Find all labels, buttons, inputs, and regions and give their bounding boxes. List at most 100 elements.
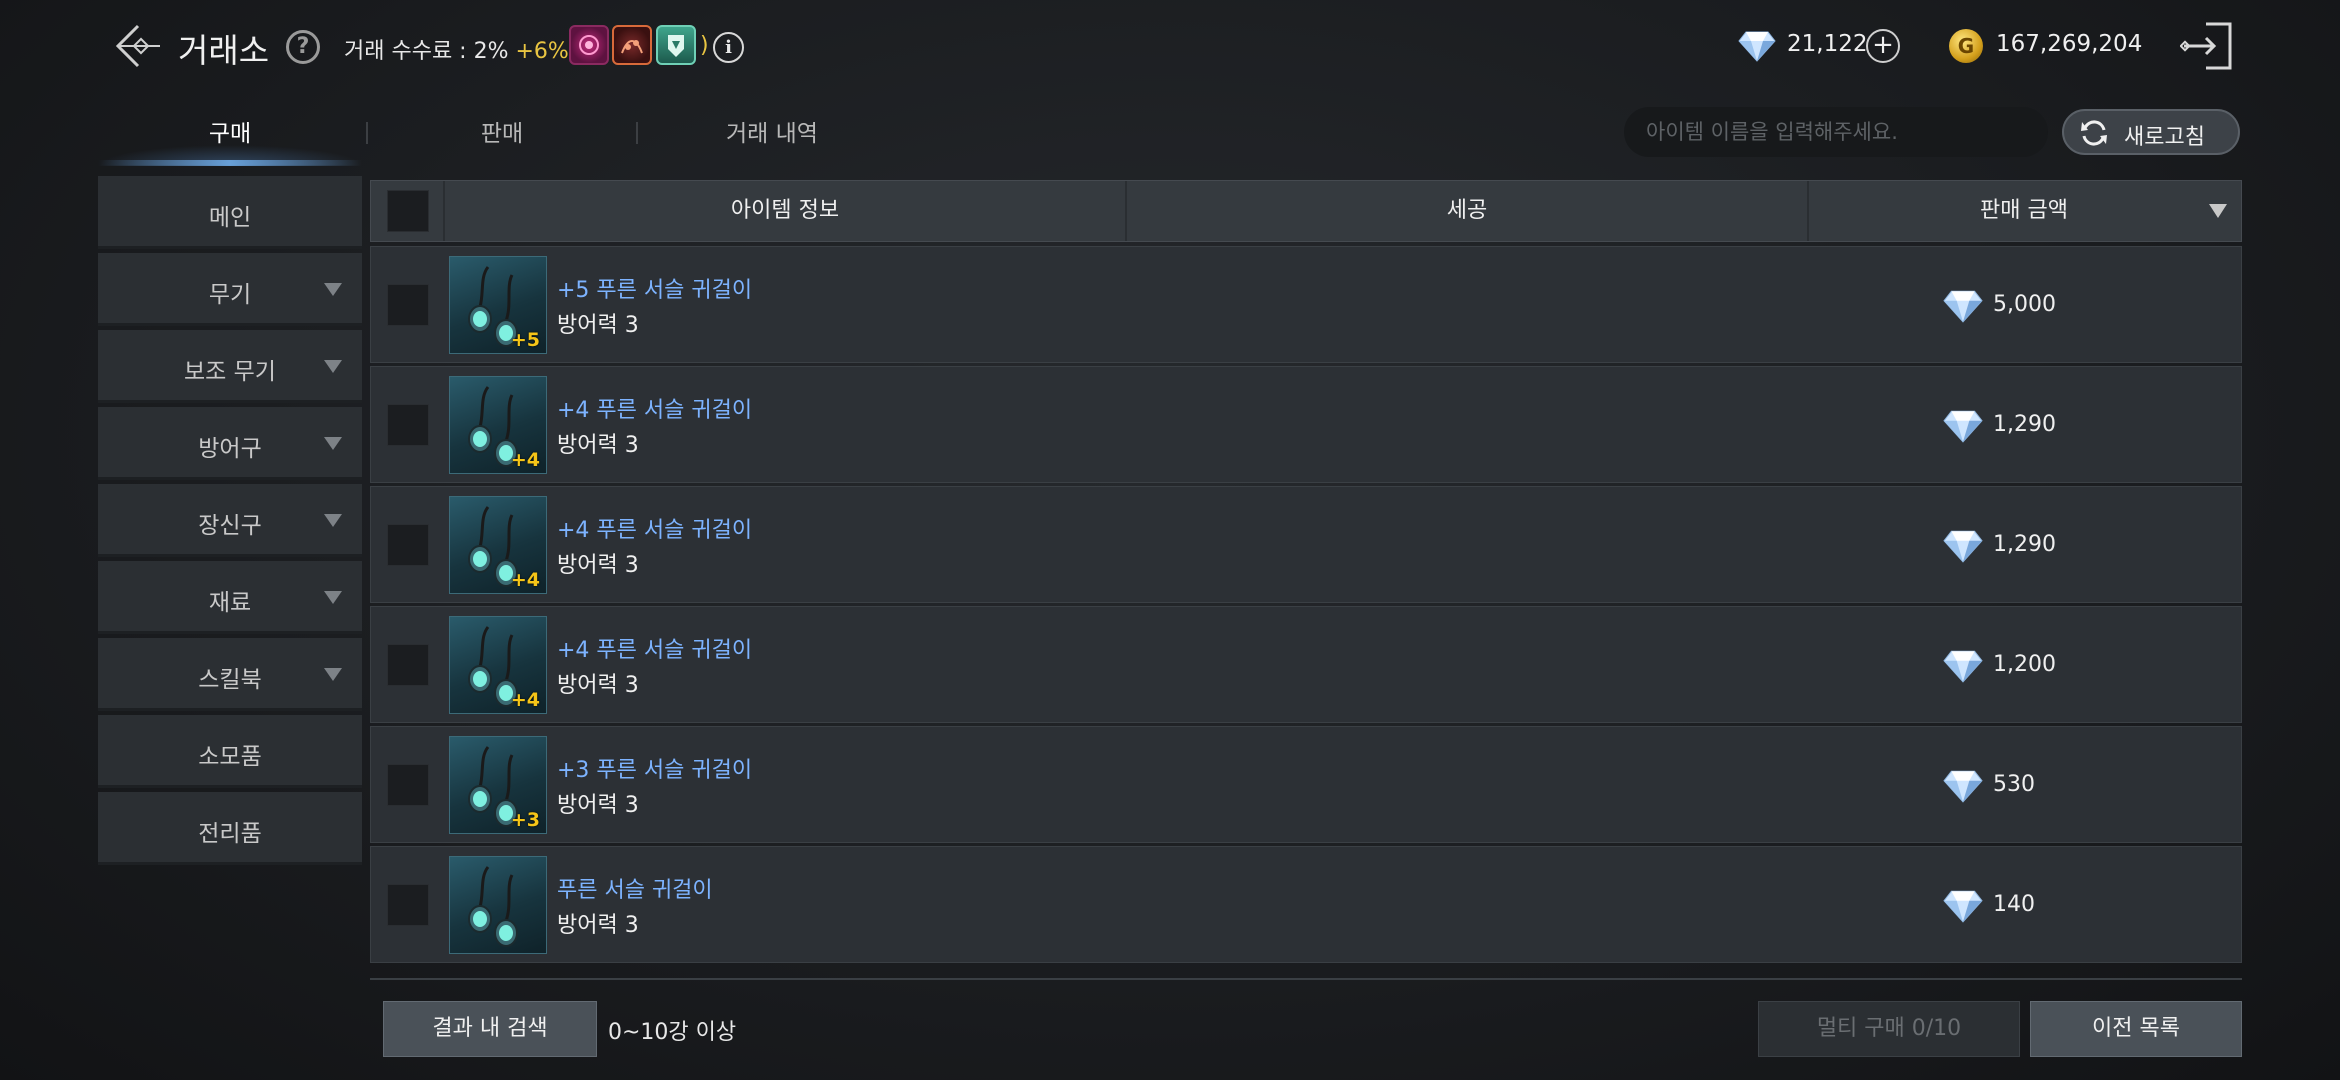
fee-label: 거래 수수료 : 2% [344,39,509,64]
multi-buy-button[interactable]: 멀티 구매 0/10 [1758,1001,2020,1057]
item-price: 5,000 [1993,292,2056,317]
expand-arrow-icon[interactable] [324,591,342,604]
select-all-checkbox[interactable] [387,190,429,232]
info-icon[interactable]: i [713,32,744,63]
gold-balance: 167,269,204 [1996,31,2143,57]
row-checkbox[interactable] [387,764,429,806]
row-checkbox[interactable] [387,404,429,446]
row-checkbox[interactable] [387,524,429,566]
diamond-icon [1943,649,1983,683]
back-arrow-icon[interactable] [108,18,164,74]
earring-icon: +3 [449,736,547,834]
page-title: 거래소 [178,31,270,70]
tab-sell[interactable]: 판매 [370,114,634,148]
expand-arrow-icon[interactable] [324,437,342,450]
item-name: +5 푸른 서슬 귀걸이 [557,278,753,303]
tab-divider [366,122,368,144]
enhance-level: +3 [510,809,540,831]
sidebar-item-label: 소모품 [198,744,262,770]
item-price: 530 [1993,772,2035,797]
enhance-level: +4 [510,449,540,471]
item-name: +4 푸른 서슬 귀걸이 [557,398,753,423]
enhance-level: +4 [510,569,540,591]
fee-bonus: +6% [515,39,569,64]
fee-paren-close: ) [700,33,709,58]
exit-icon[interactable] [2180,20,2236,72]
item-name: +4 푸른 서슬 귀걸이 [557,638,753,663]
tab-divider [636,122,638,144]
list-bottom-divider [370,978,2242,980]
help-icon[interactable]: ? [286,30,320,64]
sidebar-item-label: 무기 [208,282,252,308]
enhance-level: +5 [510,329,540,351]
earring-icon [449,856,547,954]
table-header: 아이템 정보 세공 판매 금액 [370,180,2242,242]
diamond-icon [1943,769,1983,803]
earring-icon: +4 [449,376,547,474]
col-engraving: 세공 [1446,198,1488,223]
diamond-icon [1943,289,1983,323]
expand-arrow-icon[interactable] [324,668,342,681]
refresh-button[interactable]: 새로고침 [2062,109,2240,155]
earring-icon: +5 [449,256,547,354]
sidebar-item[interactable]: 메인 [98,176,362,249]
sidebar-item[interactable]: 방어구 [98,407,362,480]
refresh-icon [2081,120,2107,146]
buff-badge-orange-icon[interactable] [612,25,652,65]
item-search-input[interactable] [1624,107,2048,157]
diamond-icon [1943,409,1983,443]
item-stat: 방어력 3 [557,433,639,458]
item-stat: 방어력 3 [557,913,639,938]
table-row[interactable]: +4 +4 푸른 서슬 귀걸이 방어력 3 1,290 [370,486,2242,603]
search-in-results-button[interactable]: 결과 내 검색 [383,1001,597,1057]
add-diamond-button[interactable]: + [1866,29,1900,63]
sidebar-item[interactable]: 재료 [98,561,362,634]
sidebar-item[interactable]: 소모품 [98,715,362,788]
item-stat: 방어력 3 [557,553,639,578]
row-checkbox[interactable] [387,284,429,326]
expand-arrow-icon[interactable] [324,283,342,296]
sidebar-item[interactable]: 보조 무기 [98,330,362,403]
gold-coin-icon: G [1949,29,1983,63]
item-price: 1,200 [1993,652,2056,677]
col-sale-price[interactable]: 판매 금액 [1809,181,2239,241]
item-price: 140 [1993,892,2035,917]
sidebar-item[interactable]: 스킬북 [98,638,362,711]
previous-list-button[interactable]: 이전 목록 [2030,1001,2242,1057]
row-checkbox[interactable] [387,884,429,926]
enhance-level: +4 [510,689,540,711]
sidebar-item-label: 방어구 [198,436,262,462]
sidebar-item[interactable]: 장신구 [98,484,362,557]
buff-badge-green-icon[interactable] [656,25,696,65]
diamond-balance: 21,122 [1787,31,1868,57]
table-row[interactable]: +4 +4 푸른 서슬 귀걸이 방어력 3 1,200 [370,606,2242,723]
table-row[interactable]: +4 +4 푸른 서슬 귀걸이방어력 3 1,290 [370,366,2242,483]
refresh-label: 새로고침 [2124,125,2205,150]
trade-fee: 거래 수수료 : 2% +6% ( [344,33,584,65]
buff-badge-pink-icon[interactable] [569,25,609,65]
table-row[interactable]: +3 +3 푸른 서슬 귀걸이방어력 3 530 [370,726,2242,843]
expand-arrow-icon[interactable] [324,514,342,527]
sidebar-item-label: 장신구 [198,513,262,539]
item-price: 1,290 [1993,412,2056,437]
table-row[interactable]: 푸른 서슬 귀걸이 방어력 3 140 [370,846,2242,963]
sidebar-item[interactable]: 전리품 [98,792,362,865]
tab-buy[interactable]: 구매 [98,114,362,148]
sidebar-item-label: 메인 [208,205,252,231]
item-stat: 방어력 3 [557,793,639,818]
active-tab-indicator [98,160,362,166]
item-stat: 방어력 3 [557,313,639,338]
enhance-filter-label: 0~10강 이상 [608,1020,737,1045]
sort-desc-icon[interactable] [2209,204,2227,218]
sidebar-item-label: 전리품 [198,821,262,847]
table-row[interactable]: +5 +5 푸른 서슬 귀걸이방어력 3 5,000 [370,246,2242,363]
sidebar-item-label: 스킬북 [198,667,262,693]
item-name: +3 푸른 서슬 귀걸이 [557,758,753,783]
item-price: 1,290 [1993,532,2056,557]
expand-arrow-icon[interactable] [324,360,342,373]
sidebar-item[interactable]: 무기 [98,253,362,326]
row-checkbox[interactable] [387,644,429,686]
top-bar: 거래소 ? 거래 수수료 : 2% +6% ( ) i 21,122 + G 1… [0,0,2340,95]
diamond-icon [1943,889,1983,923]
tab-history[interactable]: 거래 내역 [640,114,904,148]
